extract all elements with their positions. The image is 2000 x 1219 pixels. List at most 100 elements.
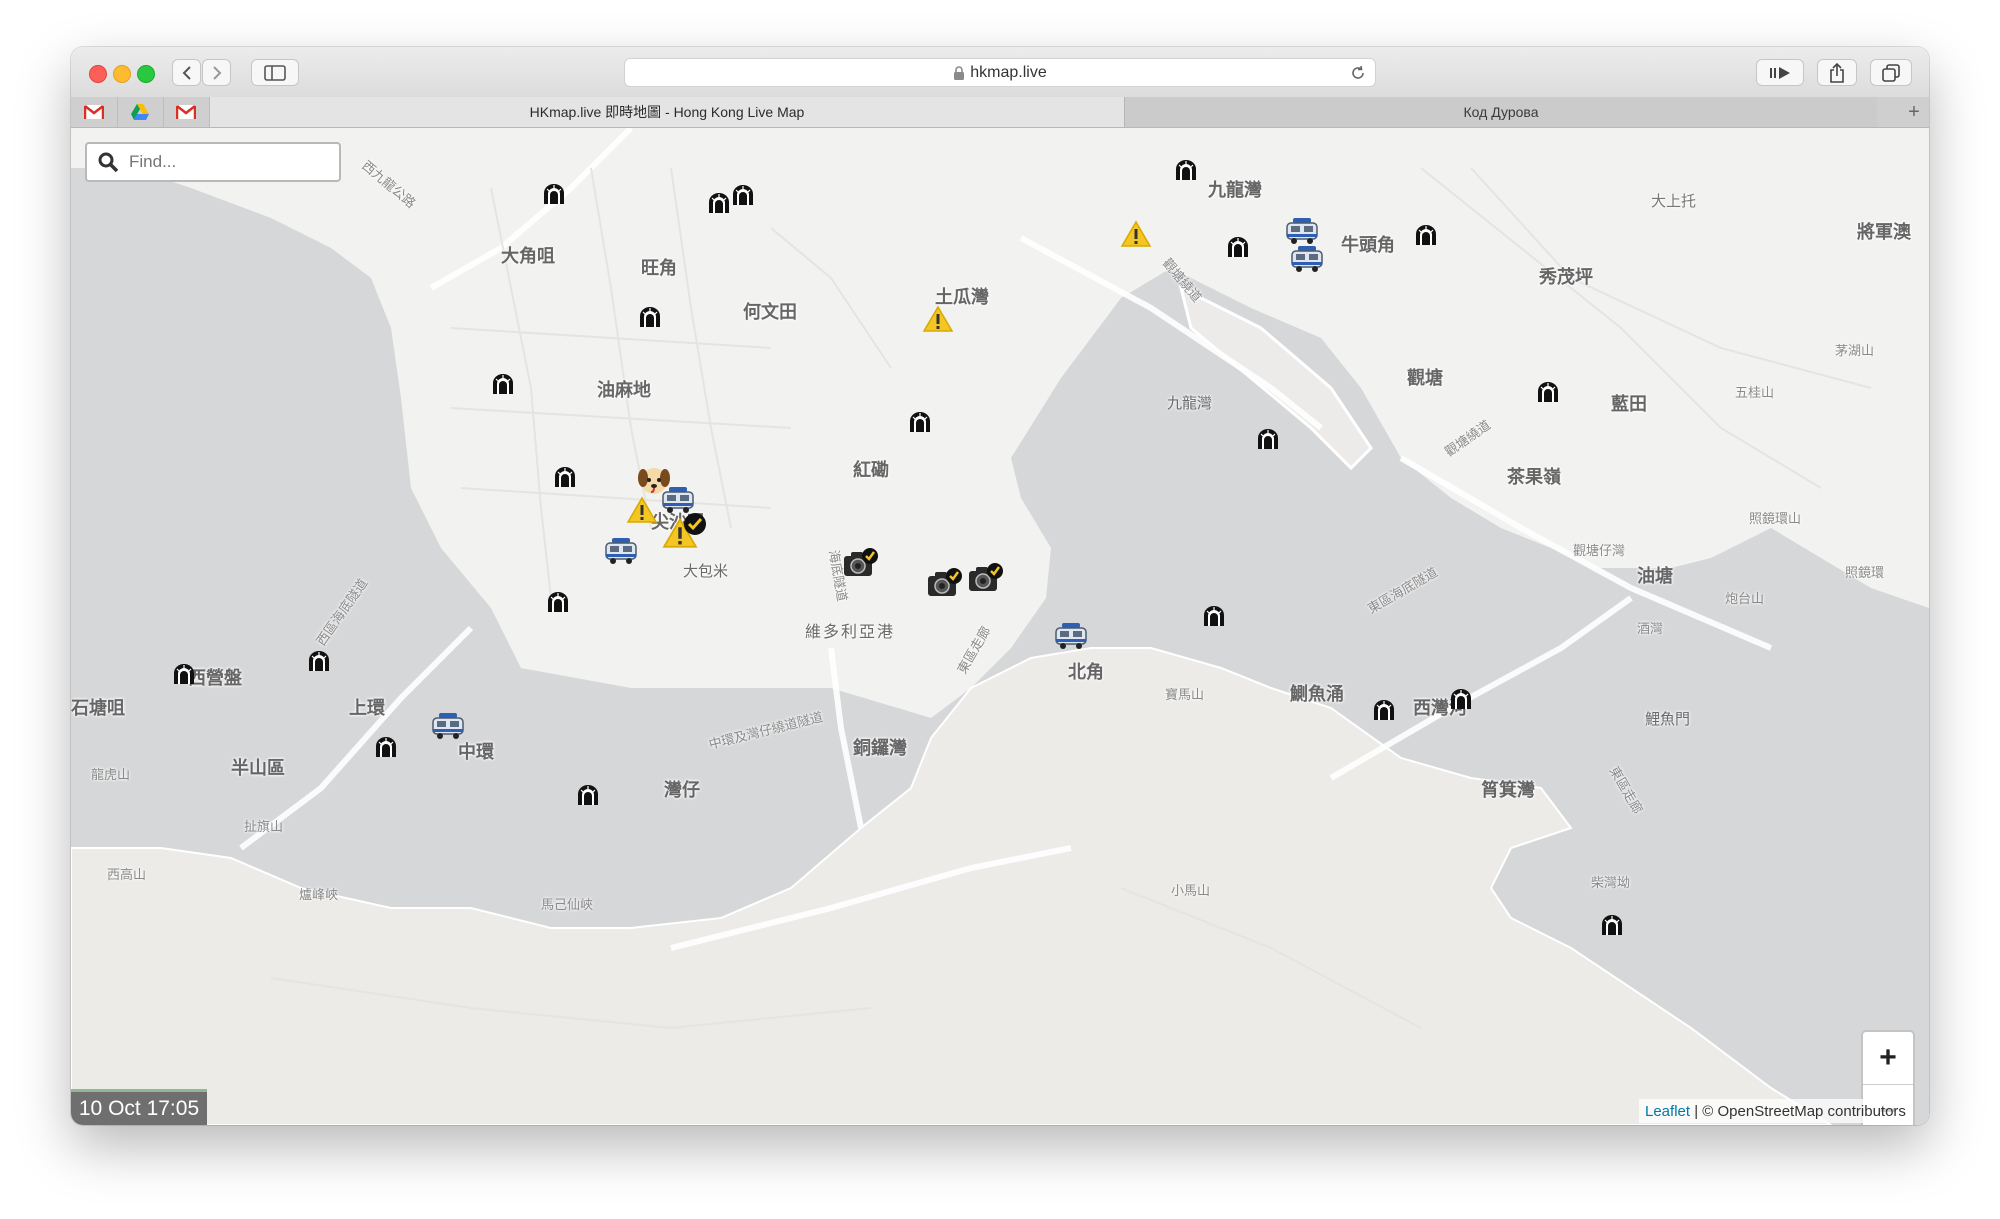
map-label: 九龍灣 <box>1167 394 1213 412</box>
browser-window: hkmap.live HKmap.live 即時地圖 - Hong Kong L… <box>71 47 1929 1125</box>
plus-icon: + <box>1908 100 1920 123</box>
tunnel-icon[interactable] <box>307 650 331 677</box>
map-label: 大角咀 <box>501 246 555 267</box>
tunnel-icon[interactable] <box>553 466 577 493</box>
tunnel-icon[interactable] <box>374 736 398 763</box>
back-button[interactable] <box>172 59 201 86</box>
warning-icon[interactable] <box>1120 220 1152 253</box>
map-label: 觀塘 <box>1407 368 1443 389</box>
tunnel-icon[interactable] <box>1256 428 1280 455</box>
map-view[interactable]: 大角咀 旺角 何文田 土瓜灣 油麻地 紅磡 尖沙咀 大包米 維多利亞港 九龍灣 … <box>71 128 1929 1125</box>
address-bar[interactable]: hkmap.live <box>624 58 1376 87</box>
camera-icon[interactable] <box>926 566 964 605</box>
favorite-gmail-2[interactable] <box>163 97 210 127</box>
map-label: 照鏡環 <box>1845 566 1885 581</box>
police-van-icon[interactable] <box>604 537 638 570</box>
map-label: 寶馬山 <box>1165 688 1205 703</box>
tunnel-icon[interactable] <box>491 373 515 400</box>
zoom-in-button[interactable]: + <box>1863 1032 1913 1085</box>
map-label: 牛頭角 <box>1341 235 1395 256</box>
url-text: hkmap.live <box>970 63 1047 81</box>
check-badge-icon[interactable] <box>683 512 707 541</box>
reader-button[interactable] <box>1756 59 1804 86</box>
share-button[interactable] <box>1817 59 1857 86</box>
tab-title: Код Дурова <box>1463 104 1539 120</box>
tunnel-icon[interactable] <box>576 784 600 811</box>
tunnel-icon[interactable] <box>731 184 755 211</box>
warning-icon[interactable] <box>922 305 954 338</box>
reader-icon <box>1770 66 1790 79</box>
map-label: 西高山 <box>107 868 147 883</box>
map-label: 大上托 <box>1651 192 1697 210</box>
sidebar-icon <box>264 64 286 81</box>
camera-icon[interactable] <box>842 546 880 585</box>
sidebar-button[interactable] <box>251 59 299 86</box>
attribution-separator: | <box>1690 1102 1703 1120</box>
leaflet-link[interactable]: Leaflet <box>1645 1103 1690 1120</box>
map-label: 爐峰峽 <box>299 888 339 903</box>
chevron-left-icon <box>182 65 191 80</box>
tunnel-icon[interactable] <box>707 192 731 219</box>
search-icon <box>98 152 119 173</box>
reload-icon[interactable] <box>1350 65 1366 81</box>
map-label: 鯉魚門 <box>1645 710 1691 728</box>
map-label: 大包米 <box>683 562 729 580</box>
new-tab-button[interactable]: + <box>1899 97 1929 127</box>
share-icon <box>1830 62 1844 83</box>
map-label: 酒灣 <box>1637 622 1664 637</box>
police-van-icon[interactable] <box>1290 245 1324 278</box>
search-input[interactable] <box>127 151 331 173</box>
map-label: 茶果嶺 <box>1507 467 1561 488</box>
map-label: 半山區 <box>231 758 285 779</box>
favorite-google-drive[interactable] <box>117 97 164 127</box>
tunnel-icon[interactable] <box>1536 381 1560 408</box>
tunnel-icon[interactable] <box>1372 699 1396 726</box>
tab-hkmap[interactable]: HKmap.live 即時地圖 - Hong Kong Live Map <box>210 97 1124 127</box>
tunnel-icon[interactable] <box>172 663 196 690</box>
tab-bar: HKmap.live 即時地圖 - Hong Kong Live Map Код… <box>71 97 1929 128</box>
tunnel-icon[interactable] <box>546 591 570 618</box>
police-van-icon[interactable] <box>1054 622 1088 655</box>
tunnel-icon[interactable] <box>1449 688 1473 715</box>
tunnel-icon[interactable] <box>542 183 566 210</box>
maximize-window-button[interactable] <box>137 65 155 83</box>
close-window-button[interactable] <box>89 65 107 83</box>
map-label: 觀塘仔灣 <box>1573 544 1626 559</box>
map-label: 西營盤 <box>188 668 242 689</box>
map-label: 上環 <box>349 698 385 719</box>
tunnel-icon[interactable] <box>908 411 932 438</box>
map-label: 北角 <box>1068 662 1104 683</box>
map-label: 扯旗山 <box>244 820 284 835</box>
forward-button[interactable] <box>202 59 231 86</box>
map-label: 筲箕灣 <box>1481 780 1535 801</box>
gmail-icon <box>84 105 104 119</box>
police-van-icon[interactable] <box>431 712 465 745</box>
search-box[interactable] <box>85 142 341 182</box>
map-label: 紅磡 <box>853 460 889 481</box>
tunnel-icon[interactable] <box>1174 159 1198 186</box>
map-label: 灣仔 <box>664 780 700 801</box>
camera-icon[interactable] <box>967 561 1005 600</box>
map-label: 藍田 <box>1611 394 1647 415</box>
minimize-window-button[interactable] <box>113 65 131 83</box>
tunnel-icon[interactable] <box>1600 914 1624 941</box>
tab-overview-button[interactable] <box>1870 59 1912 86</box>
lock-icon <box>954 65 965 80</box>
map-label: 油麻地 <box>597 380 651 401</box>
map-label: 小馬山 <box>1171 884 1211 899</box>
tunnel-icon[interactable] <box>1414 224 1438 251</box>
map-label: 維多利亞港 <box>805 622 896 641</box>
tab-durov[interactable]: Код Дурова <box>1124 97 1877 127</box>
gmail-icon <box>176 105 196 119</box>
dog-icon[interactable] <box>637 464 671 501</box>
map-label: 九龍灣 <box>1208 180 1262 201</box>
tunnel-icon[interactable] <box>638 306 662 333</box>
tunnel-icon[interactable] <box>1226 236 1250 263</box>
tunnel-icon[interactable] <box>1202 605 1226 632</box>
osm-attribution: © OpenStreetMap contributors <box>1702 1102 1906 1120</box>
favorite-gmail-1[interactable] <box>71 97 118 127</box>
map-label: 柴灣坳 <box>1591 876 1631 891</box>
map-label: 鰂魚涌 <box>1290 684 1344 705</box>
attribution: Leaflet | © OpenStreetMap contributors <box>1639 1099 1912 1123</box>
map-label: 旺角 <box>641 258 677 279</box>
